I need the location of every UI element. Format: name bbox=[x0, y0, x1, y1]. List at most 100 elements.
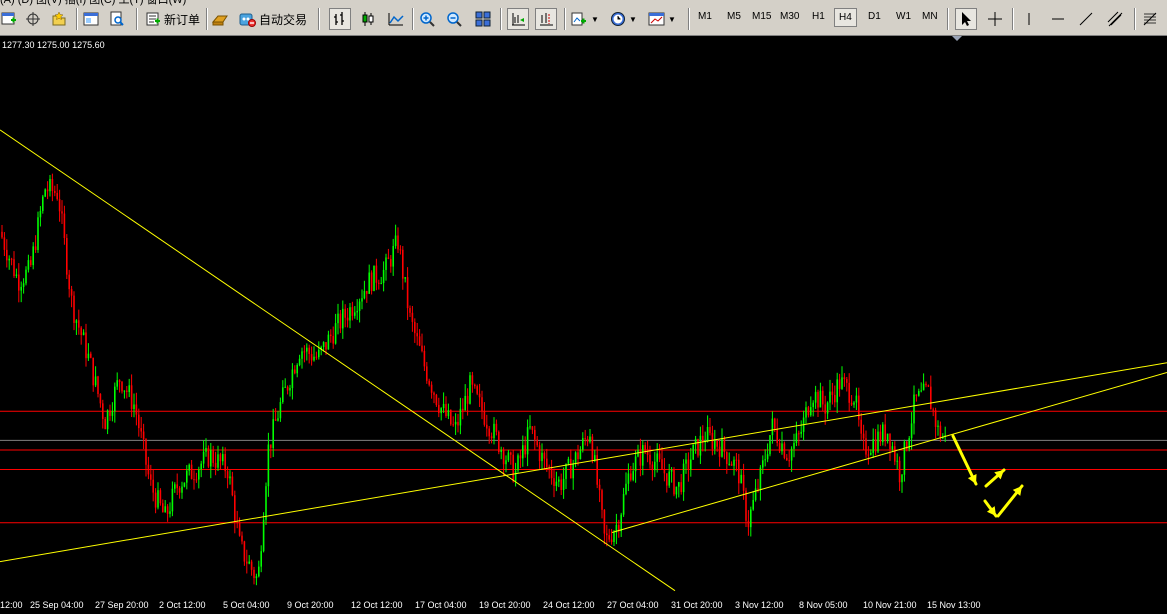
bar-chart-button[interactable] bbox=[329, 8, 351, 30]
periods-button[interactable]: ▼ bbox=[609, 8, 637, 30]
bear-candle bbox=[56, 193, 58, 200]
candlestick-chart-button[interactable] bbox=[357, 8, 379, 30]
bull-candle bbox=[385, 257, 387, 270]
bear-candle bbox=[649, 454, 651, 465]
bear-candle bbox=[6, 249, 8, 261]
bull-candle bbox=[692, 444, 694, 460]
bear-candle bbox=[598, 484, 601, 491]
bear-candle bbox=[418, 336, 421, 346]
horizontal-line-tool-button[interactable] bbox=[1047, 8, 1069, 30]
favorites-button[interactable] bbox=[50, 8, 68, 30]
bear-candle bbox=[102, 403, 104, 419]
zoom-out-button[interactable] bbox=[445, 8, 463, 30]
time-axis-tick: 10 Nov 21:00 bbox=[863, 600, 917, 610]
strategy-tester-button[interactable] bbox=[108, 8, 126, 30]
bear-candle bbox=[742, 474, 745, 491]
navigator-button[interactable] bbox=[24, 8, 42, 30]
bull-candle bbox=[181, 486, 183, 493]
bull-candle bbox=[20, 286, 22, 291]
line-chart-button[interactable] bbox=[385, 8, 407, 30]
bull-candle bbox=[133, 404, 135, 410]
bull-candle bbox=[872, 439, 874, 453]
bear-candle bbox=[68, 274, 70, 290]
fibonacci-tool-button[interactable] bbox=[1140, 8, 1160, 30]
bear-candle bbox=[778, 443, 781, 452]
timeframe-m5[interactable]: M5 bbox=[727, 11, 741, 22]
ohlc-readout: 1277.30 1275.00 1275.60 bbox=[2, 40, 105, 50]
bear-candle bbox=[253, 569, 255, 579]
bull-candle bbox=[507, 452, 510, 461]
templates-button[interactable]: ▼ bbox=[648, 8, 676, 30]
bull-candle bbox=[733, 459, 735, 466]
new-chart-button[interactable] bbox=[0, 8, 18, 30]
timeframe-m1[interactable]: M1 bbox=[698, 11, 712, 22]
bear-candle bbox=[879, 431, 882, 443]
vertical-line-tool-button[interactable] bbox=[1020, 8, 1038, 30]
bear-candle bbox=[884, 424, 886, 442]
timeframe-mn[interactable]: MN bbox=[922, 11, 938, 22]
bull-candle bbox=[678, 482, 680, 487]
bull-candle bbox=[318, 349, 320, 358]
terminal-button[interactable] bbox=[82, 8, 100, 30]
bull-candle bbox=[654, 461, 656, 471]
zoom-in-button[interactable] bbox=[418, 8, 436, 30]
bear-candle bbox=[274, 419, 277, 421]
bear-candle bbox=[824, 404, 826, 414]
crosshair-tool-button[interactable] bbox=[984, 8, 1006, 30]
bull-candle bbox=[342, 308, 344, 329]
bear-candle bbox=[344, 308, 346, 318]
bull-candle bbox=[675, 486, 678, 495]
bull-candle bbox=[829, 391, 831, 403]
bear-candle bbox=[178, 488, 181, 493]
timeframe-d1[interactable]: D1 bbox=[868, 11, 881, 22]
bull-candle bbox=[896, 460, 898, 462]
bull-candle bbox=[279, 402, 282, 419]
tile-windows-button[interactable] bbox=[474, 8, 492, 30]
bull-candle bbox=[8, 258, 10, 261]
bear-candle bbox=[241, 535, 243, 542]
bear-candle bbox=[457, 421, 459, 426]
auto-scroll-button[interactable] bbox=[507, 8, 529, 30]
timeframe-w1[interactable]: W1 bbox=[896, 11, 911, 22]
bear-candle bbox=[3, 237, 6, 250]
main-toolbar: (A) (D) 图(V) 插(I) 图(C) 工(T) 窗口(W) 新订单 自动… bbox=[0, 0, 1167, 36]
bear-candle bbox=[310, 354, 313, 361]
bear-candle bbox=[402, 249, 404, 279]
bear-candle bbox=[150, 474, 152, 480]
bull-candle bbox=[517, 455, 519, 471]
timeframe-h1[interactable]: H1 bbox=[812, 11, 825, 22]
time-axis-tick: 15 Nov 13:00 bbox=[927, 600, 981, 610]
time-axis-tick: 12 Oct 12:00 bbox=[351, 600, 403, 610]
bull-candle bbox=[380, 282, 382, 284]
bear-candle bbox=[90, 353, 92, 358]
bull-candle bbox=[267, 444, 270, 487]
bear-candle bbox=[411, 312, 414, 322]
timeframe-m30[interactable]: M30 bbox=[780, 11, 799, 22]
time-axis-tick: 5 Oct 04:00 bbox=[223, 600, 270, 610]
equidistant-channel-tool-button[interactable] bbox=[1104, 8, 1126, 30]
bear-candle bbox=[109, 410, 111, 416]
bear-candle bbox=[519, 455, 522, 459]
bear-candle bbox=[834, 394, 836, 403]
bear-candle bbox=[850, 402, 853, 405]
bull-candle bbox=[37, 217, 39, 251]
timeframe-h4[interactable]: H4 bbox=[834, 8, 857, 27]
bear-candle bbox=[330, 334, 332, 337]
auto-trading-icon bbox=[238, 10, 256, 28]
chart-shift-button[interactable] bbox=[535, 8, 557, 30]
metaeditor-button[interactable] bbox=[211, 8, 229, 30]
bull-candle bbox=[354, 312, 356, 316]
price-chart[interactable] bbox=[0, 36, 1167, 596]
trendline-tool-button[interactable] bbox=[1075, 8, 1097, 30]
bull-candle bbox=[562, 478, 565, 491]
timeframe-m15[interactable]: M15 bbox=[752, 11, 771, 22]
indicators-button[interactable]: ▼ bbox=[571, 8, 599, 30]
auto-trading-button[interactable]: 自动交易 bbox=[238, 8, 307, 30]
bear-candle bbox=[606, 533, 608, 536]
bull-candle bbox=[514, 470, 517, 482]
bull-candle bbox=[800, 431, 802, 434]
bear-candle bbox=[246, 561, 248, 564]
new-order-button[interactable]: 新订单 bbox=[144, 8, 200, 30]
bear-candle bbox=[51, 178, 54, 192]
cursor-tool-button[interactable] bbox=[955, 8, 977, 30]
